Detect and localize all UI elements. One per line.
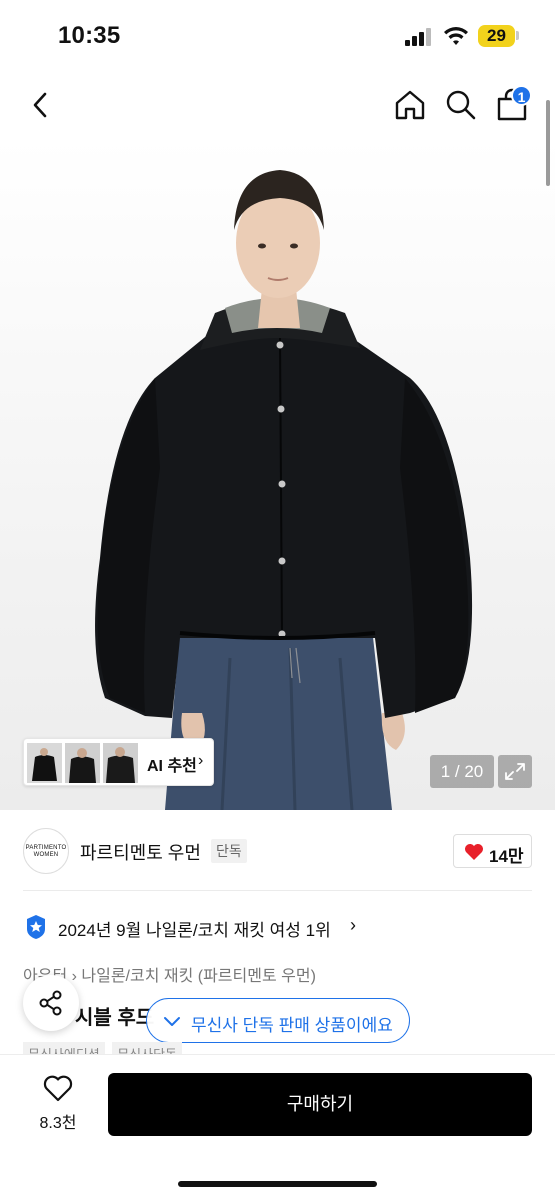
status-bar: 10:35 29: [0, 0, 555, 72]
heart-filled-icon: [465, 844, 483, 860]
expand-image-button[interactable]: [498, 755, 532, 788]
ranking-badge-icon: [27, 915, 45, 939]
back-arrow-icon[interactable]: [28, 90, 54, 120]
brand-logo[interactable]: PARTIMENTO WOMEN: [23, 828, 69, 874]
product-title: 시블 후드: [75, 1007, 155, 1029]
ranking-banner[interactable]: 2024년 9월 나일론/코치 재킷 여성 1위 ›: [23, 912, 543, 942]
share-icon: [39, 990, 62, 1016]
home-icon[interactable]: [393, 88, 427, 122]
bottom-action-bar: 8.3천 구매하기: [0, 1054, 555, 1200]
home-indicator: [178, 1181, 377, 1187]
exclusive-badge: 단독: [211, 839, 247, 863]
brand-name-link[interactable]: 파르티멘토 우먼: [80, 839, 201, 865]
check-icon: [164, 1017, 180, 1026]
wishlist-button[interactable]: 8.3천: [28, 1075, 88, 1135]
cart-count-badge: 1: [511, 85, 532, 106]
share-button[interactable]: [23, 975, 79, 1031]
top-nav-bar: 1: [0, 72, 555, 138]
product-image-gallery[interactable]: AI 추천 › 1 / 20: [0, 138, 555, 810]
battery-indicator: 29: [478, 25, 515, 47]
brand-row: PARTIMENTO WOMEN 파르티멘토 우먼 단독 14만: [0, 826, 555, 876]
ai-recommend-label[interactable]: AI 추천: [147, 752, 197, 776]
heart-outline-icon: [43, 1075, 73, 1102]
brand-like-button[interactable]: 14만: [453, 834, 532, 868]
chevron-right-icon: ›: [198, 752, 204, 769]
cellular-signal-icon: [405, 28, 433, 46]
ranking-text: 2024년 9월 나일론/코치 재킷 여성 1위: [58, 921, 331, 940]
chevron-right-icon: ›: [350, 915, 356, 935]
exclusive-toast: 무신사 단독 판매 상품이에요: [146, 998, 410, 1043]
wishlist-count: 8.3천: [39, 1115, 77, 1132]
wifi-icon: [444, 27, 468, 45]
expand-icon: [505, 763, 525, 780]
buy-button[interactable]: 구매하기: [108, 1073, 532, 1136]
search-icon[interactable]: [444, 88, 478, 122]
thumbnail-2[interactable]: [65, 743, 100, 783]
status-time: 10:35: [58, 22, 121, 49]
thumbnail-3[interactable]: [103, 743, 138, 783]
image-page-counter: 1 / 20: [430, 755, 494, 788]
brand-like-count: 14만: [489, 847, 524, 866]
section-divider: [23, 890, 532, 891]
battery-tip: [516, 31, 519, 40]
thumbnail-1[interactable]: [27, 743, 62, 783]
toast-text: 무신사 단독 판매 상품이에요: [191, 1016, 393, 1035]
ai-recommend-strip[interactable]: AI 추천 ›: [23, 738, 214, 786]
product-photo: [95, 170, 473, 810]
scrollbar[interactable]: [546, 100, 550, 186]
